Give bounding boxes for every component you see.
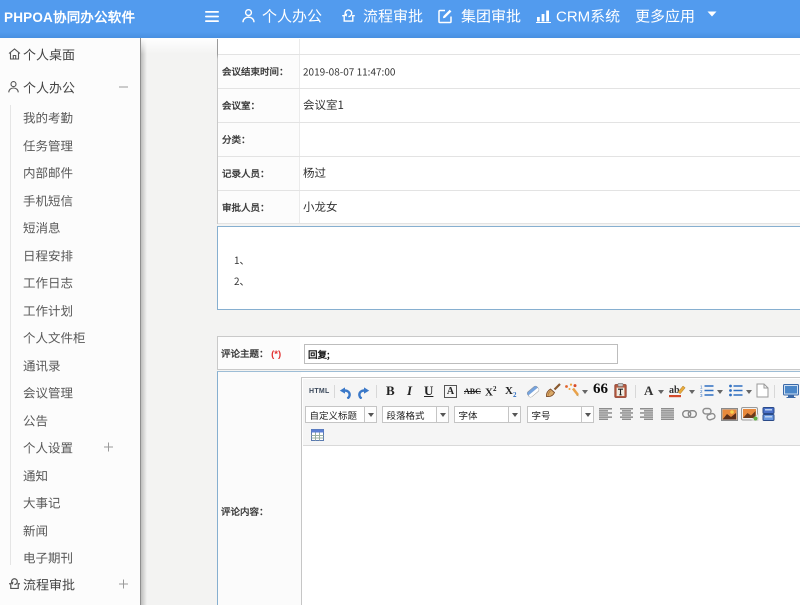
svg-text:ab: ab bbox=[669, 385, 680, 396]
svg-text:3: 3 bbox=[700, 393, 703, 397]
